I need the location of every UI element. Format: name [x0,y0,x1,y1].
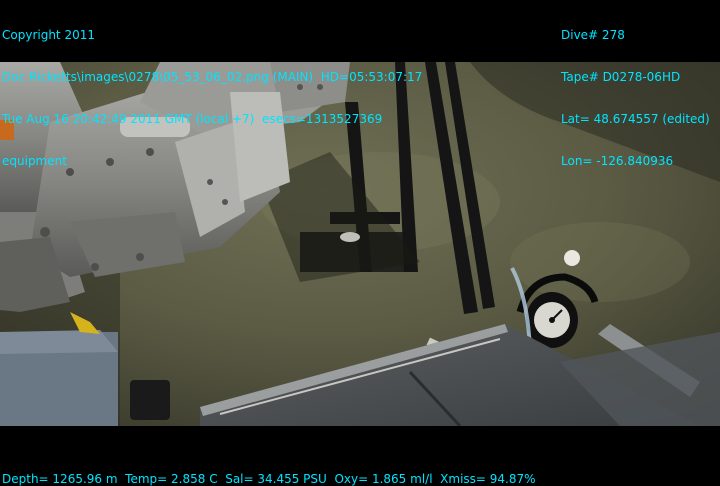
tape-number: Tape# D0278-06HD [561,70,681,84]
video-frame: Copyright 2011 Doc Ricketts\images\0278\… [0,0,720,486]
silver-disc [340,232,360,242]
latitude: Lat= 48.674557 (edited) [561,112,710,126]
longitude: Lon= -126.840936 [561,154,674,168]
category-line: equipment [2,154,67,168]
overlay-top-right: Dive# 278 Tape# D0278-06HD Lat= 48.67455… [561,0,710,196]
black-fitting [130,380,170,420]
copyright-line: Copyright 2011 [2,28,95,42]
dive-number: Dive# 278 [561,28,625,42]
overlay-top-left: Copyright 2011 Doc Ricketts\images\0278\… [2,0,422,196]
sensor-readout: Depth= 1265.96 m Temp= 2.858 C Sal= 34.4… [2,472,536,486]
white-float [564,250,580,266]
timestamp-line: Tue Aug 16 20:42:49 2011 GMT (local +7) … [2,112,383,126]
image-path-line: Doc Ricketts\images\0278\05_53_06_02.png… [2,70,423,84]
